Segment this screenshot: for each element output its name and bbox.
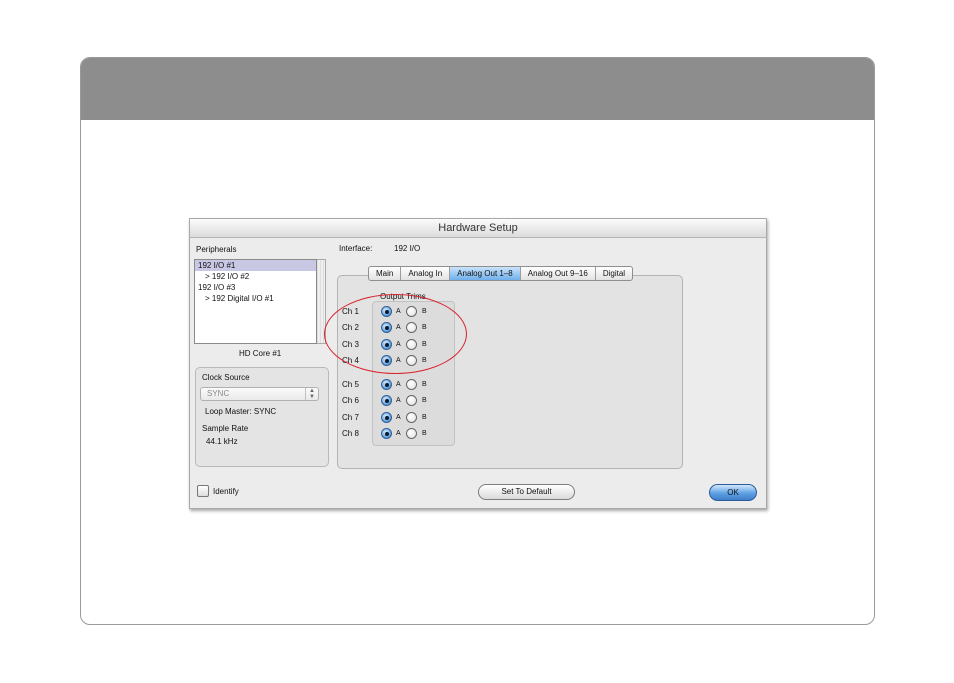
channel-radio-b[interactable] (406, 412, 417, 423)
identify-checkbox[interactable] (197, 485, 209, 497)
loop-master-text: Loop Master: SYNC (205, 407, 277, 416)
channel-radio-a[interactable] (381, 339, 392, 350)
tab-bar: Main Analog In Analog Out 1–8 Analog Out… (368, 266, 634, 281)
radio-option-label: B (422, 414, 427, 421)
radio-option-label: B (422, 397, 427, 404)
radio-option-label: A (396, 341, 401, 348)
radio-option-label: A (396, 324, 401, 331)
channel-radio-a[interactable] (381, 428, 392, 439)
radio-option-label: B (422, 341, 427, 348)
radio-option-label: A (396, 414, 401, 421)
channel-radio-b[interactable] (406, 322, 417, 333)
radio-option-label: A (396, 308, 401, 315)
interface-value: 192 I/O (394, 244, 421, 253)
channel-label: Ch 3 (342, 340, 359, 349)
channel-radio-b[interactable] (406, 306, 417, 317)
channel-radio-b[interactable] (406, 339, 417, 350)
radio-option-label: B (422, 308, 427, 315)
channel-radio-a[interactable] (381, 379, 392, 390)
channel-label: Ch 1 (342, 307, 359, 316)
peripherals-label: Peripherals (196, 245, 237, 254)
stepper-arrows-icon: ▲ ▼ (305, 388, 318, 400)
clock-source-value: SYNC (207, 389, 230, 398)
radio-option-label: B (422, 324, 427, 331)
hardware-setup-dialog: Hardware Setup Peripherals 192 I/O #1 > … (189, 218, 767, 509)
radio-option-label: B (422, 430, 427, 437)
channel-label: Ch 5 (342, 380, 359, 389)
radio-option-label: A (396, 397, 401, 404)
clock-source-label: Clock Source (202, 373, 250, 382)
tab-analog-out-9-16[interactable]: Analog Out 9–16 (521, 267, 596, 280)
channel-radio-a[interactable] (381, 306, 392, 317)
channel-radio-b[interactable] (406, 379, 417, 390)
channel-radio-a[interactable] (381, 322, 392, 333)
peripheral-item[interactable]: 192 I/O #1 (195, 260, 316, 271)
output-trims-label: Output Trims (380, 292, 426, 301)
channel-label: Ch 8 (342, 429, 359, 438)
clock-group-box (195, 367, 329, 467)
channel-radio-a[interactable] (381, 412, 392, 423)
sample-rate-label: Sample Rate (202, 424, 249, 433)
identify-label: Identify (213, 487, 239, 496)
tab-analog-out-1-8[interactable]: Analog Out 1–8 (450, 267, 521, 280)
clock-source-select[interactable]: SYNC ▲ ▼ (200, 387, 319, 401)
channel-label: Ch 2 (342, 323, 359, 332)
tab-digital[interactable]: Digital (596, 267, 632, 280)
tab-main[interactable]: Main (369, 267, 402, 280)
channel-label: Ch 4 (342, 356, 359, 365)
radio-option-label: B (422, 357, 427, 364)
peripherals-scrollbar[interactable] (317, 259, 326, 344)
set-to-default-button[interactable]: Set To Default (478, 484, 575, 500)
interface-label: Interface: (339, 244, 373, 253)
channel-radio-b[interactable] (406, 395, 417, 406)
dialog-title: Hardware Setup (190, 219, 766, 238)
hd-core-label: HD Core #1 (239, 349, 282, 358)
radio-option-label: A (396, 381, 401, 388)
tab-analog-in[interactable]: Analog In (401, 267, 451, 280)
channel-label: Ch 6 (342, 396, 359, 405)
channel-radio-b[interactable] (406, 428, 417, 439)
frame-header-band (81, 58, 874, 120)
channel-radio-a[interactable] (381, 395, 392, 406)
radio-option-label: A (396, 430, 401, 437)
sample-rate-value: 44.1 kHz (206, 437, 238, 446)
channel-label: Ch 7 (342, 413, 359, 422)
peripheral-item[interactable]: 192 I/O #3 (195, 282, 316, 293)
ok-button[interactable]: OK (709, 484, 757, 501)
peripherals-list[interactable]: 192 I/O #1 > 192 I/O #2 192 I/O #3 > 192… (194, 259, 317, 344)
peripheral-item[interactable]: > 192 Digital I/O #1 (195, 293, 316, 304)
channel-radio-b[interactable] (406, 355, 417, 366)
peripheral-item[interactable]: > 192 I/O #2 (195, 271, 316, 282)
channel-radio-a[interactable] (381, 355, 392, 366)
radio-option-label: B (422, 381, 427, 388)
radio-option-label: A (396, 357, 401, 364)
